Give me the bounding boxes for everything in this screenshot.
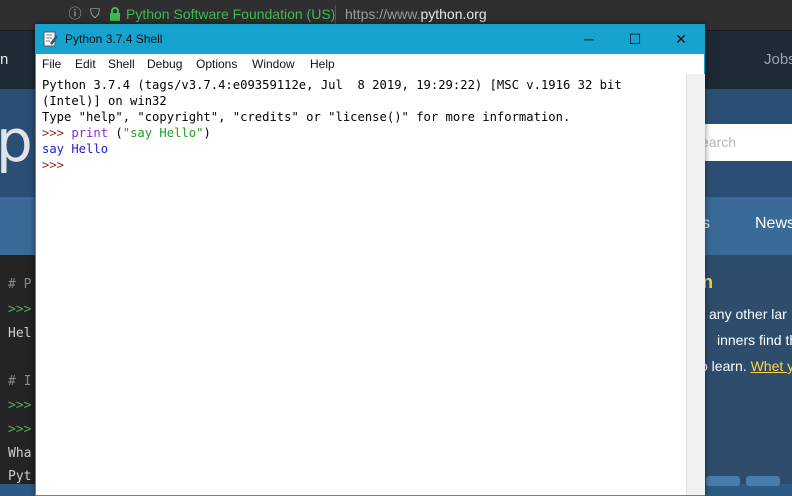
terminal-line: # I — [8, 374, 32, 389]
intro-text-line: inners find th — [717, 332, 792, 348]
terminal-line: >>> — [8, 422, 32, 437]
terminal-line: # P — [8, 277, 32, 292]
code-string: "say Hello" — [122, 126, 204, 140]
intro-text-line: any other lar — [709, 306, 787, 322]
code-paren: ) — [203, 126, 211, 140]
banner-line: Type "help", "copyright", "credits" or "… — [42, 110, 571, 124]
menu-debug[interactable]: Debug — [147, 57, 182, 71]
terminal-line: Pyt — [8, 469, 32, 484]
menu-options[interactable]: Options — [196, 57, 237, 71]
menu-shell[interactable]: Shell — [108, 57, 135, 71]
window-title: Python 3.7.4 Shell — [65, 32, 163, 46]
url-domain: python.org — [420, 6, 487, 22]
menu-bar: File Edit Shell Debug Options Window Hel… — [36, 54, 704, 74]
site-top-left-link[interactable]: n — [0, 51, 8, 68]
python-idle-icon — [43, 31, 59, 47]
intro-text: o learn. — [700, 358, 751, 374]
shell-prompt: >>> — [42, 126, 72, 140]
maximize-button[interactable]: ☐ — [612, 25, 658, 54]
menu-help[interactable]: Help — [310, 57, 335, 71]
code-paren: ( — [108, 126, 123, 140]
terminal-line: Hel — [8, 326, 32, 341]
terminal-widget: # P >>> Hel # I >>> >>> Wha Pyt — [0, 255, 36, 484]
menu-window[interactable]: Window — [252, 57, 295, 71]
site-jobs-link[interactable]: Jobs — [764, 51, 792, 68]
shell-text-area[interactable]: Python 3.7.4 (tags/v3.7.4:e09359112e, Ju… — [36, 74, 686, 495]
url-prefix: https://www. — [345, 6, 421, 22]
menu-edit[interactable]: Edit — [75, 57, 96, 71]
site-button[interactable] — [746, 476, 780, 486]
nav-item-news[interactable]: News — [755, 215, 792, 233]
intro-link[interactable]: Whet y — [751, 358, 792, 374]
terminal-line: >>> — [8, 302, 32, 317]
terminal-line: >>> — [8, 398, 32, 413]
site-search-input[interactable]: earch — [701, 124, 792, 161]
idle-shell-window: Python 3.7.4 Shell ─ ☐ ✕ File Edit Shell… — [35, 24, 705, 496]
site-search-placeholder: earch — [701, 134, 737, 150]
intro-text-line: o learn. Whet y — [700, 358, 792, 374]
banner-line: Python 3.7.4 (tags/v3.7.4:e09359112e, Ju… — [42, 78, 622, 92]
shield-icon[interactable]: ⛉ — [88, 7, 102, 21]
window-title-bar[interactable]: Python 3.7.4 Shell ─ ☐ ✕ — [36, 25, 704, 54]
menu-file[interactable]: File — [42, 57, 61, 71]
url-field[interactable]: https://www.python.org — [345, 6, 487, 22]
site-button[interactable] — [706, 476, 740, 486]
address-separator — [335, 5, 336, 25]
site-identity-label[interactable]: Python Software Foundation (US) — [126, 6, 335, 22]
banner-line: (Intel)] on win32 — [42, 94, 167, 108]
vertical-scrollbar[interactable] — [686, 74, 705, 495]
lock-icon — [108, 7, 122, 21]
code-keyword: print — [71, 126, 109, 140]
terminal-line: Wha — [8, 446, 32, 461]
minimize-button[interactable]: ─ — [566, 25, 612, 54]
input-line: >>> print ("say Hello") — [42, 125, 211, 141]
shell-prompt: >>> — [42, 158, 72, 172]
close-button[interactable]: ✕ — [658, 25, 704, 54]
output-line: say Hello — [42, 142, 109, 156]
info-icon[interactable]: ⓘ — [68, 7, 82, 21]
